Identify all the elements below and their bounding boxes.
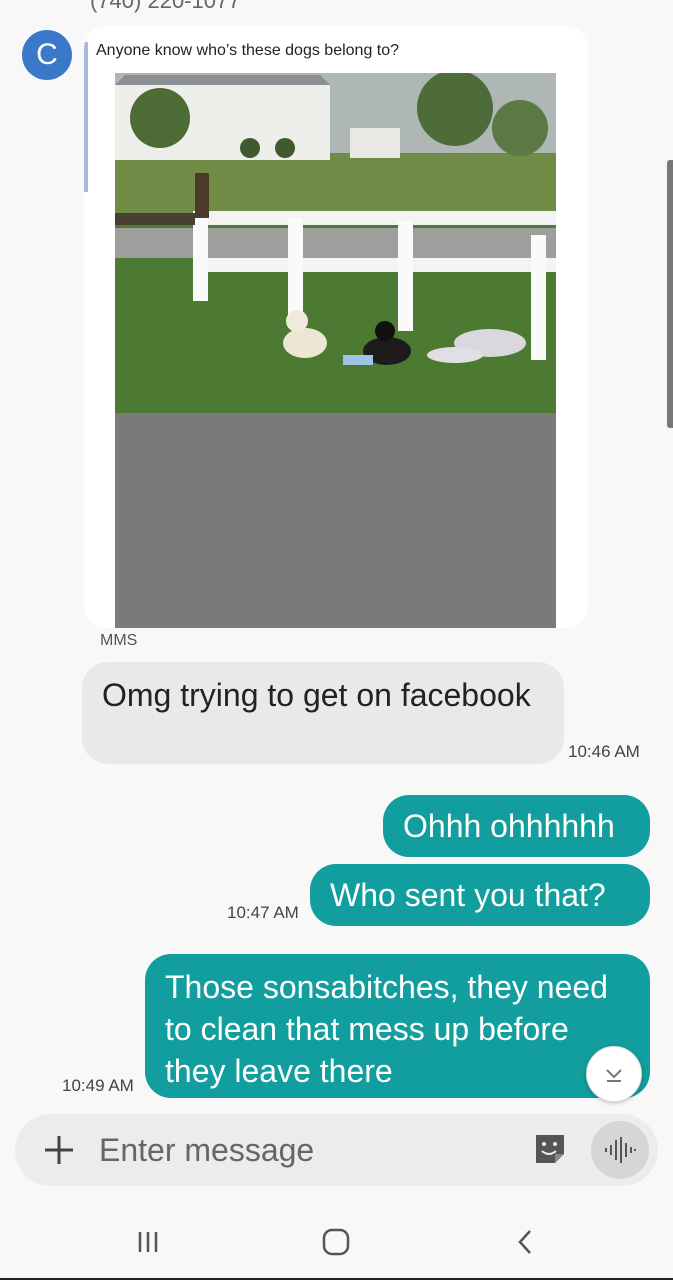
plus-icon[interactable] [39,1130,79,1170]
voice-input-button[interactable] [591,1121,649,1179]
incoming-message-bubble[interactable]: Omg trying to get on facebook [82,662,564,764]
contact-avatar[interactable]: C [22,30,72,80]
scrollbar-thumb[interactable] [667,160,673,428]
outgoing-message-bubble[interactable]: Who sent you that? [310,864,650,926]
scroll-to-bottom-button[interactable] [586,1046,642,1102]
chevron-down-icon [606,1069,622,1082]
quote-bar [84,42,88,192]
message-composer: Enter message [15,1114,658,1186]
back-icon[interactable] [506,1222,546,1262]
home-icon[interactable] [316,1222,356,1262]
recent-apps-icon[interactable] [128,1222,168,1262]
mms-label: MMS [100,632,138,649]
mms-quote-text: Anyone know who’s these dogs belong to? [96,42,400,59]
contact-number-partial: (740) 220-1077 [90,0,241,13]
message-timestamp: 10:49 AM [62,1076,134,1095]
dogs-photo[interactable] [115,73,556,628]
mms-message-card[interactable]: Anyone know who’s these dogs belong to? [84,26,588,628]
system-navigation-bar [0,1200,673,1280]
sticker-icon[interactable] [533,1132,567,1166]
message-input[interactable]: Enter message [99,1114,314,1186]
message-timestamp: 10:46 AM [568,742,640,761]
message-timestamp: 10:47 AM [227,903,299,922]
outgoing-message-bubble[interactable]: Ohhh ohhhhhh [383,795,650,857]
outgoing-message-bubble[interactable]: Those sonsabitches, they need to clean t… [145,954,650,1098]
voice-wave-icon [605,1137,636,1163]
